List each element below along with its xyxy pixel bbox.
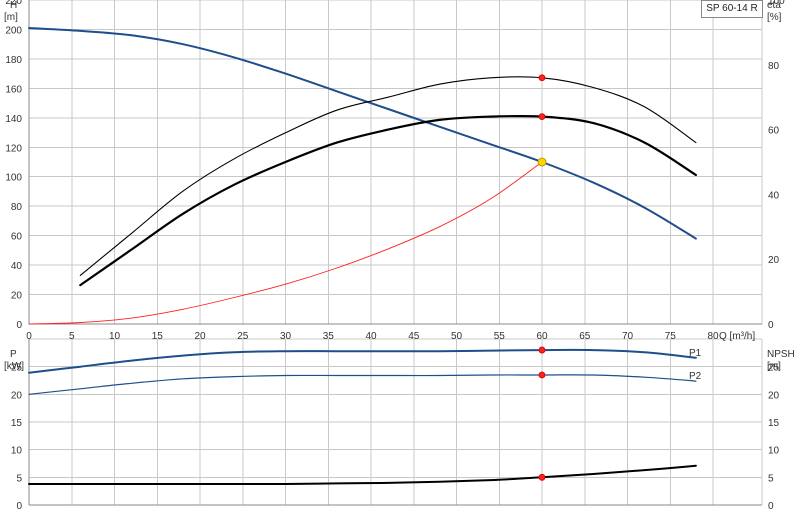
right-y-tick-label: 40	[768, 190, 780, 201]
npsh-tick-label: 0	[768, 501, 774, 512]
top-grid	[28, 0, 763, 325]
flow-axis-label: Q [m³/h]	[719, 331, 755, 342]
left-y-tick-label: 60	[11, 232, 23, 243]
npsh-tick-label: 10	[768, 446, 780, 457]
left-y-tick-label: 140	[5, 114, 22, 125]
power-tick-label: 5	[16, 473, 22, 484]
npsh-tick-label: 20	[768, 390, 780, 401]
left-y-tick-label: 160	[5, 84, 22, 95]
right-y-tick-label: 80	[768, 61, 780, 72]
x-tick-label: 80	[707, 331, 719, 342]
chart-title: SP 60-14 R	[701, 0, 763, 18]
npsh-tick-label: 15	[768, 418, 780, 429]
power-axis-unit: [kW]	[4, 361, 24, 372]
left-y-tick-label: 40	[11, 261, 23, 272]
left-y-tick-label: 20	[11, 291, 23, 302]
head-axis-unit: [m]	[4, 12, 18, 23]
series-layer	[28, 27, 697, 486]
eta-axis-unit: [%]	[767, 12, 782, 23]
left-y-tick-label: 200	[5, 25, 22, 36]
x-tick-label: 65	[579, 331, 591, 342]
npsh-tick-label: 5	[768, 473, 774, 484]
top-head-operating-point	[537, 157, 547, 167]
x-tick-label: 20	[194, 331, 206, 342]
power-tick-label: 0	[16, 501, 22, 512]
power-axis-label: P	[10, 349, 17, 360]
x-tick-label: 0	[26, 331, 32, 342]
eta-axis-label: eta	[767, 0, 781, 11]
top-eta-pump-operating-point	[538, 74, 546, 82]
x-tick-label: 25	[237, 331, 249, 342]
x-tick-label: 10	[109, 331, 121, 342]
x-tick-label: 35	[323, 331, 335, 342]
x-tick-label: 55	[494, 331, 506, 342]
left-y-tick-label: 0	[16, 320, 22, 331]
series-label-P1: P1	[689, 348, 702, 359]
right-y-tick-label: 20	[768, 255, 780, 266]
bottom-P1-operating-point	[538, 346, 546, 354]
head-axis-label: H	[10, 0, 17, 11]
top-head-curve	[28, 27, 697, 240]
top-eta-total-operating-point	[538, 113, 546, 121]
right-y-tick-label: 60	[768, 126, 780, 137]
bottom-P2-operating-point	[538, 371, 546, 379]
npsh-axis-label: NPSH	[767, 349, 795, 360]
pump-curve-chart: 0 5 10 15 20 25 30 35 40 45 50 55 60 65 70 75 8002040608…	[4, 0, 795, 512]
x-tick-label: 60	[536, 331, 548, 342]
right-y-tick-label: 0	[768, 320, 774, 331]
x-tick-label: 5	[69, 331, 75, 342]
power-tick-label: 10	[11, 446, 23, 457]
left-y-tick-label: 180	[5, 55, 22, 66]
left-y-tick-label: 100	[5, 173, 22, 184]
left-y-tick-label: 80	[11, 202, 23, 213]
npsh-axis-unit: [m]	[767, 361, 781, 372]
x-tick-label: 50	[451, 331, 463, 342]
left-y-tick-label: 120	[5, 143, 22, 154]
x-tick-label: 40	[365, 331, 377, 342]
bottom-P1-curve	[28, 348, 697, 374]
power-tick-label: 20	[11, 390, 23, 401]
bottom-P2-curve	[28, 374, 697, 395]
top-eta-total-curve	[79, 114, 697, 287]
x-tick-label: 15	[152, 331, 164, 342]
x-tick-label: 45	[408, 331, 420, 342]
x-tick-label: 75	[665, 331, 677, 342]
top-eta-pump-curve	[79, 76, 697, 276]
bottom-npsh-curve	[28, 464, 697, 486]
x-tick-label: 30	[280, 331, 292, 342]
series-label-P2: P2	[689, 371, 702, 382]
bottom-grid	[28, 338, 763, 506]
power-tick-label: 15	[11, 418, 23, 429]
x-tick-label: 70	[622, 331, 634, 342]
bottom-npsh-operating-point	[538, 473, 546, 481]
